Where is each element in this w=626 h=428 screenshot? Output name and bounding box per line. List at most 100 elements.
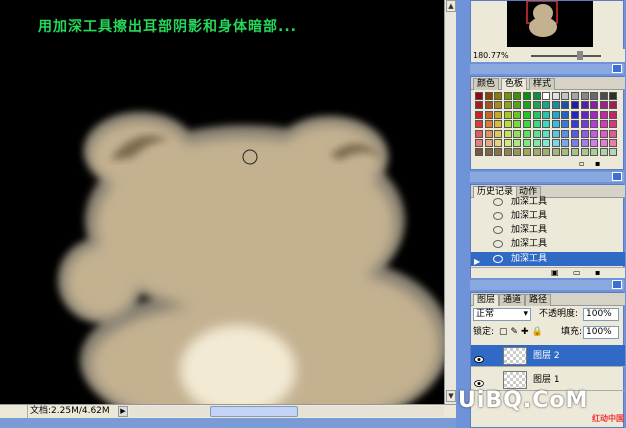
- swatch[interactable]: [503, 110, 512, 119]
- swatch[interactable]: [542, 148, 551, 157]
- swatch[interactable]: [484, 139, 493, 147]
- swatch[interactable]: [599, 101, 608, 110]
- swatch[interactable]: [551, 139, 560, 147]
- swatch[interactable]: [494, 101, 503, 110]
- horizontal-scrollbar[interactable]: [130, 406, 444, 417]
- panel-menu-icon[interactable]: [612, 64, 622, 73]
- swatch[interactable]: [503, 129, 512, 138]
- swatch[interactable]: [571, 101, 579, 110]
- swatch[interactable]: [475, 92, 483, 100]
- tab-swatches[interactable]: 色板: [501, 78, 528, 90]
- swatch[interactable]: [494, 110, 503, 119]
- swatch[interactable]: [609, 120, 618, 129]
- swatch[interactable]: [580, 129, 589, 138]
- history-item-selected[interactable]: ▶ 加深工具: [471, 252, 625, 266]
- swatch[interactable]: [561, 139, 570, 147]
- swatch[interactable]: [571, 110, 579, 119]
- horizontal-scroll-thumb[interactable]: [210, 406, 298, 417]
- swatch-panel-titlebar[interactable]: [470, 64, 624, 74]
- tab-history[interactable]: 历史记录: [473, 186, 518, 198]
- swatch[interactable]: [551, 148, 560, 157]
- swatch[interactable]: [513, 92, 522, 100]
- swatch[interactable]: [590, 110, 599, 119]
- swatch[interactable]: [551, 129, 560, 138]
- navigator-zoom-knob[interactable]: [577, 51, 583, 60]
- swatch[interactable]: [590, 148, 599, 157]
- swatch[interactable]: [609, 101, 618, 110]
- swatch[interactable]: [523, 148, 531, 157]
- navigator-zoom-value[interactable]: 180.77%: [473, 49, 509, 62]
- tab-paths[interactable]: 路径: [525, 294, 552, 306]
- swatch[interactable]: [484, 120, 493, 129]
- swatch[interactable]: [599, 92, 608, 100]
- swatch[interactable]: [494, 139, 503, 147]
- swatch[interactable]: [532, 129, 541, 138]
- swatch[interactable]: [590, 129, 599, 138]
- blend-mode-select[interactable]: 正常 ▾: [473, 308, 531, 321]
- swatch[interactable]: [494, 92, 503, 100]
- swatch[interactable]: [542, 129, 551, 138]
- swatch[interactable]: [580, 110, 589, 119]
- swatch[interactable]: [523, 120, 531, 129]
- swatch[interactable]: [523, 110, 531, 119]
- swatch[interactable]: [599, 129, 608, 138]
- swatch[interactable]: [551, 92, 560, 100]
- swatch[interactable]: [561, 101, 570, 110]
- eye-icon[interactable]: [474, 375, 484, 387]
- swatch[interactable]: [532, 148, 541, 157]
- swatch[interactable]: [484, 129, 493, 138]
- swatch[interactable]: [513, 101, 522, 110]
- swatch[interactable]: [532, 120, 541, 129]
- tab-styles[interactable]: 样式: [529, 78, 556, 90]
- status-zoom-field[interactable]: [0, 405, 28, 418]
- swatch[interactable]: [523, 129, 531, 138]
- swatch[interactable]: [609, 92, 618, 100]
- swatch[interactable]: [532, 101, 541, 110]
- scroll-up-arrow-icon[interactable]: ▲: [446, 0, 456, 12]
- swatch[interactable]: [571, 139, 579, 147]
- opacity-input[interactable]: 100%: [583, 308, 619, 321]
- swatch[interactable]: [571, 120, 579, 129]
- swatch[interactable]: [599, 139, 608, 147]
- swatch[interactable]: [571, 92, 579, 100]
- swatch[interactable]: [494, 148, 503, 157]
- swatch[interactable]: [580, 139, 589, 147]
- vertical-scrollbar[interactable]: ▲ ▼: [444, 0, 456, 404]
- swatch[interactable]: [599, 110, 608, 119]
- scroll-down-arrow-icon[interactable]: ▼: [446, 390, 456, 402]
- delete-swatch-icon[interactable]: ▪: [595, 159, 600, 168]
- swatch[interactable]: [571, 129, 579, 138]
- swatch[interactable]: [513, 129, 522, 138]
- new-swatch-icon[interactable]: ▫: [579, 159, 584, 168]
- swatch[interactable]: [542, 120, 551, 129]
- swatch[interactable]: [503, 139, 512, 147]
- tab-color[interactable]: 颜色: [473, 78, 500, 90]
- swatch[interactable]: [503, 101, 512, 110]
- swatch[interactable]: [609, 129, 618, 138]
- swatch[interactable]: [590, 120, 599, 129]
- swatch[interactable]: [532, 139, 541, 147]
- history-panel-titlebar[interactable]: [470, 172, 624, 182]
- swatch[interactable]: [523, 139, 531, 147]
- navigator-thumbnail[interactable]: [507, 0, 593, 47]
- swatch[interactable]: [513, 110, 522, 119]
- swatch[interactable]: [561, 92, 570, 100]
- swatch[interactable]: [590, 101, 599, 110]
- swatch[interactable]: [590, 92, 599, 100]
- swatch[interactable]: [609, 148, 618, 157]
- swatch[interactable]: [551, 120, 560, 129]
- swatch[interactable]: [609, 139, 618, 147]
- layers-panel-titlebar[interactable]: [470, 280, 624, 290]
- swatch[interactable]: [532, 92, 541, 100]
- new-document-icon[interactable]: ▣: [551, 268, 559, 277]
- swatch[interactable]: [503, 92, 512, 100]
- swatch[interactable]: [494, 129, 503, 138]
- swatch[interactable]: [571, 148, 579, 157]
- swatch[interactable]: [513, 139, 522, 147]
- swatch[interactable]: [542, 101, 551, 110]
- swatch[interactable]: [475, 139, 483, 147]
- swatch[interactable]: [513, 148, 522, 157]
- swatch[interactable]: [561, 110, 570, 119]
- delete-icon[interactable]: ▪: [595, 268, 600, 277]
- tab-layers[interactable]: 图层: [473, 294, 500, 306]
